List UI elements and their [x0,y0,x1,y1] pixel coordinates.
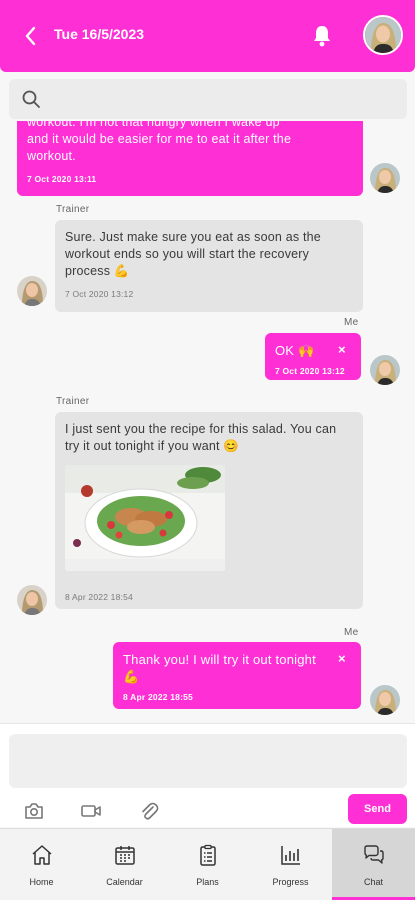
nav-item-chat[interactable]: Chat [332,829,415,900]
message-bubble-me: Thank you! I will try it out tonight 💪 8… [113,642,361,709]
compose-area: Send [0,723,415,827]
nav-label: Progress [272,877,309,887]
message-timestamp: 7 Oct 2020 13:12 [65,289,134,299]
close-icon[interactable]: × [338,342,346,357]
video-camera-icon[interactable] [80,801,102,821]
chat-screen: Tue 16/5/2023 workout. I'm not that hung… [0,0,415,900]
nav-label: Home [29,877,54,887]
nav-item-home[interactable]: Home [0,829,83,900]
salad-photo[interactable] [65,465,225,571]
nav-item-progress[interactable]: Progress [249,829,332,900]
message-timestamp: 8 Apr 2022 18:54 [65,592,133,602]
search-bar [9,79,407,119]
home-icon [32,845,52,865]
nav-label: Chat [363,877,383,887]
message-text: Thank you! I will try it out tonight 💪 [123,652,316,684]
calendar-icon [115,846,135,865]
trainer-avatar [17,585,47,615]
message-bubble-trainer: I just sent you the recipe for this sala… [55,412,363,609]
search-input[interactable] [51,85,397,113]
header-bar: Tue 16/5/2023 [0,0,415,72]
message-text-line: and it would be easier for me to eat it … [27,132,292,146]
message-text: Sure. Just make sure you eat as soon as … [65,230,321,278]
message-list[interactable]: workout. I'm not that hungry when I wake… [0,121,415,723]
nav-label: Calendar [106,877,143,887]
message-text: I just sent you the recipe for this sala… [65,422,337,453]
header-date-title: Tue 16/5/2023 [54,26,145,42]
chevron-left-icon[interactable] [18,22,44,50]
clipboard-icon [200,844,216,866]
message-timestamp: 7 Oct 2020 13:11 [27,174,97,184]
message-bubble-trainer: Sure. Just make sure you eat as soon as … [55,220,363,312]
nav-label: Plans [196,877,219,887]
bell-icon[interactable] [311,23,333,49]
message-input[interactable] [9,734,407,788]
message-bubble-me: workout. I'm not that hungry when I wake… [17,121,363,196]
message-text-line: workout. [27,149,76,163]
trainer-avatar [17,276,47,306]
sender-label: Me [344,627,359,638]
chat-bubbles-icon [364,845,384,864]
send-button[interactable]: Send [348,794,407,824]
sender-label: Me [344,317,359,328]
bottom-nav: Home Calendar Plans Progress Chat [0,828,415,900]
message-timestamp: 8 Apr 2022 18:55 [123,692,193,702]
message-bubble-me: OK 🙌 7 Oct 2020 13:12 [265,333,361,380]
message-text-line: workout. I'm not that hungry when I wake… [27,121,280,129]
avatar [370,163,400,193]
message-timestamp: 7 Oct 2020 13:12 [275,366,345,376]
paperclip-icon[interactable] [138,801,160,821]
avatar [370,685,400,715]
close-icon[interactable]: × [338,651,346,666]
nav-item-calendar[interactable]: Calendar [83,829,166,900]
search-icon [22,90,40,108]
camera-icon[interactable] [23,801,45,821]
user-avatar[interactable] [363,15,403,55]
bar-chart-icon [281,846,300,865]
sender-label: Trainer [56,204,90,215]
sender-label: Trainer [56,396,90,407]
nav-item-plans[interactable]: Plans [166,829,249,900]
avatar [370,355,400,385]
